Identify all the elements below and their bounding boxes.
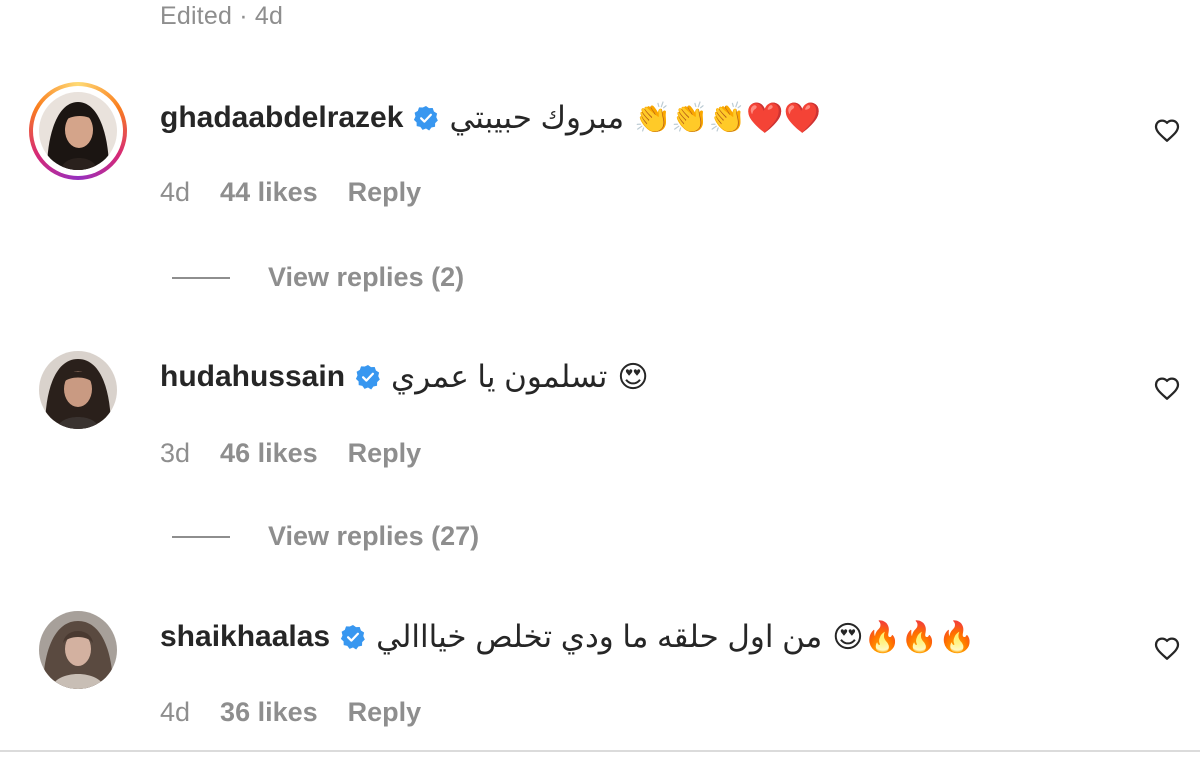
replies-divider bbox=[172, 276, 230, 279]
heart-outline-icon[interactable] bbox=[1152, 115, 1182, 145]
comment-text: مبروك حبيبتي bbox=[449, 100, 625, 135]
view-replies-button[interactable]: View replies (27) bbox=[172, 521, 479, 552]
comment-text: من اول حلقه ما ودي تخلص خيااالي bbox=[376, 619, 823, 654]
heart-outline-icon[interactable] bbox=[1152, 633, 1182, 663]
comment-meta: 4d 36 likes Reply bbox=[160, 697, 421, 728]
comment-emojis: 😍🔥🔥🔥 bbox=[832, 619, 976, 655]
panel-divider bbox=[0, 750, 1200, 752]
comment-username[interactable]: ghadaabdelrazek bbox=[160, 101, 403, 135]
comment-time: 4d bbox=[160, 177, 191, 207]
comment-text: تسلمون يا عمري bbox=[391, 359, 608, 394]
verified-badge-icon bbox=[414, 105, 439, 131]
comment-likes[interactable]: 44 likes bbox=[220, 177, 318, 208]
comment-meta: 4d 44 likes Reply bbox=[160, 177, 421, 208]
heart-outline-icon[interactable] bbox=[1152, 373, 1182, 403]
reply-button[interactable]: Reply bbox=[348, 697, 422, 728]
comment-body: shaikhaalas من اول حلقه ما ودي تخلص خياا… bbox=[160, 612, 976, 662]
comment-username[interactable]: hudahussain bbox=[160, 360, 345, 394]
replies-divider bbox=[172, 535, 230, 538]
comment-time: 3d bbox=[160, 438, 191, 468]
comment-emojis: 😍 bbox=[617, 359, 649, 395]
reply-button[interactable]: Reply bbox=[348, 177, 422, 208]
comment-meta: 3d 46 likes Reply bbox=[160, 438, 421, 469]
view-replies-label: View replies (27) bbox=[268, 521, 480, 551]
comment-likes[interactable]: 36 likes bbox=[220, 697, 318, 728]
comment-body: ghadaabdelrazek مبروك حبيبتي 👏👏👏❤️❤️ bbox=[160, 93, 821, 143]
comment-likes[interactable]: 46 likes bbox=[220, 438, 318, 469]
comment-time: 4d bbox=[160, 697, 191, 727]
reply-button[interactable]: Reply bbox=[348, 438, 422, 469]
view-replies-label: View replies (2) bbox=[268, 262, 465, 292]
comments-panel: Edited · 4d ghadaabdelrazek مبروك حبيبتي bbox=[0, 0, 1200, 780]
previous-comment-meta: Edited · 4d bbox=[160, 2, 284, 30]
view-replies-button[interactable]: View replies (2) bbox=[172, 262, 464, 293]
comment-body: hudahussain تسلمون يا عمري 😍 bbox=[160, 352, 649, 402]
avatar[interactable] bbox=[39, 351, 117, 429]
comment-emojis: 👏👏👏❤️❤️ bbox=[634, 100, 821, 136]
verified-badge-icon bbox=[341, 624, 365, 650]
avatar-story-ring[interactable] bbox=[29, 82, 127, 180]
comment-username[interactable]: shaikhaalas bbox=[160, 620, 330, 654]
avatar[interactable] bbox=[39, 611, 117, 689]
avatar bbox=[39, 92, 117, 170]
verified-badge-icon bbox=[355, 364, 380, 390]
